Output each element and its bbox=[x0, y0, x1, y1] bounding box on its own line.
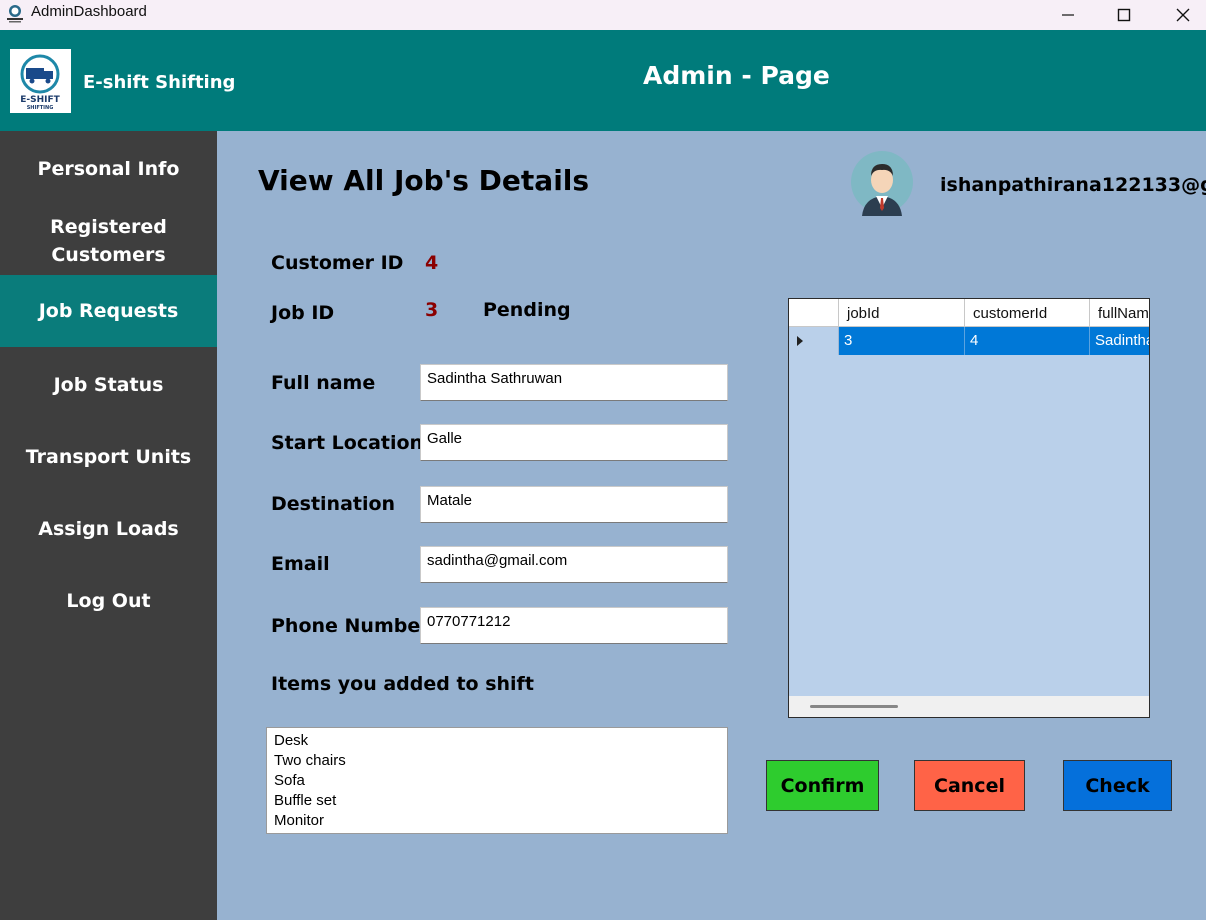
destination-label: Destination bbox=[271, 493, 396, 515]
table-cell[interactable]: 4 bbox=[965, 327, 1090, 355]
close-button[interactable] bbox=[1160, 0, 1206, 30]
user-email: ishanpathirana122133@gma bbox=[940, 174, 1206, 196]
minimize-icon bbox=[1062, 14, 1074, 16]
sidebar-item-registered-customers[interactable]: Registered Customers bbox=[0, 213, 217, 269]
table-row[interactable]: 3 4 Sadintha bbox=[789, 327, 1149, 355]
column-header-customerid[interactable]: customerId bbox=[965, 299, 1090, 327]
check-button[interactable]: Check bbox=[1063, 760, 1172, 811]
cancel-button[interactable]: Cancel bbox=[914, 760, 1025, 811]
minimize-button[interactable] bbox=[1045, 0, 1091, 30]
email-label: Email bbox=[271, 553, 330, 575]
page-title: Admin - Page bbox=[643, 61, 830, 90]
maximize-icon bbox=[1117, 8, 1131, 22]
destination-field[interactable]: Matale bbox=[420, 486, 728, 523]
row-selector-arrow-icon bbox=[797, 336, 803, 346]
sidebar-item-job-requests[interactable]: Job Requests bbox=[0, 275, 217, 347]
column-header-fullname[interactable]: fullNam bbox=[1090, 299, 1149, 327]
svg-text:E-SHIFT: E-SHIFT bbox=[20, 95, 60, 105]
full-name-field[interactable]: Sadintha Sathruwan bbox=[420, 364, 728, 401]
app-icon bbox=[7, 5, 23, 23]
maximize-button[interactable] bbox=[1101, 0, 1147, 30]
svg-text:SHIFTING: SHIFTING bbox=[27, 105, 54, 111]
sidebar-item-job-status[interactable]: Job Status bbox=[0, 371, 217, 399]
full-name-label: Full name bbox=[271, 372, 376, 394]
truck-logo-icon: E-SHIFT SHIFTING bbox=[20, 54, 61, 111]
list-item: Two chairs bbox=[274, 752, 346, 769]
customer-id-value: 4 bbox=[425, 252, 439, 274]
sidebar-item-transport-units[interactable]: Transport Units bbox=[0, 443, 217, 471]
logo: E-SHIFT SHIFTING bbox=[10, 49, 71, 113]
list-item: Desk bbox=[274, 732, 309, 749]
window-titlebar: AdminDashboard bbox=[0, 0, 1206, 30]
app-header: E-SHIFT SHIFTING E-shift Shifting Admin … bbox=[0, 30, 1206, 131]
job-id-label: Job ID bbox=[271, 302, 335, 324]
grid-corner-cell bbox=[789, 299, 839, 327]
start-location-field[interactable]: Galle bbox=[420, 424, 728, 461]
job-id-value: 3 bbox=[425, 299, 439, 321]
row-header[interactable] bbox=[789, 327, 839, 355]
list-item: Sofa bbox=[274, 772, 305, 789]
user-avatar-icon bbox=[851, 151, 913, 216]
list-item: Monitor bbox=[274, 812, 325, 829]
sidebar-item-personal-info[interactable]: Personal Info bbox=[0, 155, 217, 183]
column-header-jobid[interactable]: jobId bbox=[839, 299, 965, 327]
scrollbar-thumb[interactable] bbox=[810, 705, 898, 708]
phone-number-label: Phone Number bbox=[271, 615, 430, 637]
section-title: View All Job's Details bbox=[258, 164, 590, 197]
items-label: Items you added to shift bbox=[271, 673, 534, 695]
sidebar-item-assign-loads[interactable]: Assign Loads bbox=[0, 515, 217, 543]
job-status-label: Pending bbox=[483, 299, 571, 321]
items-textarea[interactable]: Desk Two chairs Sofa Buffle set Monitor bbox=[266, 727, 728, 834]
jobs-data-grid[interactable]: jobId customerId fullNam 3 4 Sadintha bbox=[788, 298, 1150, 718]
start-location-label: Start Location bbox=[271, 432, 424, 454]
list-item: Buffle set bbox=[274, 792, 337, 809]
sidebar: Personal Info Registered Customers Job R… bbox=[0, 131, 217, 920]
horizontal-scrollbar[interactable] bbox=[789, 696, 1149, 717]
table-cell[interactable]: 3 bbox=[839, 327, 965, 355]
sidebar-item-log-out[interactable]: Log Out bbox=[0, 587, 217, 615]
customer-id-label: Customer ID bbox=[271, 252, 404, 274]
phone-number-field[interactable]: 0770771212 bbox=[420, 607, 728, 644]
confirm-button[interactable]: Confirm bbox=[766, 760, 879, 811]
table-cell[interactable]: Sadintha bbox=[1090, 327, 1149, 355]
grid-header: jobId customerId fullNam bbox=[789, 299, 1149, 327]
email-field[interactable]: sadintha@gmail.com bbox=[420, 546, 728, 583]
window-title: AdminDashboard bbox=[31, 3, 147, 20]
brand-name: E-shift Shifting bbox=[83, 72, 236, 93]
close-icon bbox=[1176, 8, 1190, 22]
